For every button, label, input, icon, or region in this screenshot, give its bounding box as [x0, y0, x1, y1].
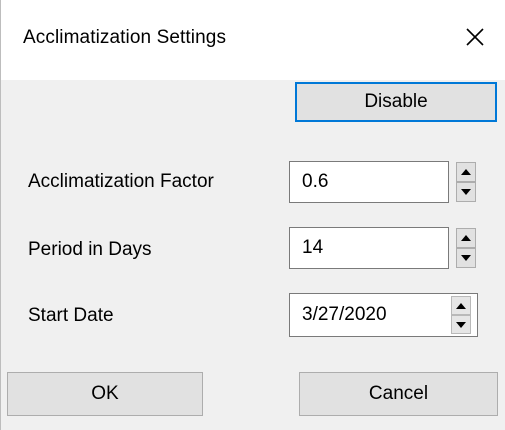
arrow-down-icon	[456, 321, 466, 328]
start-date-picker[interactable]: 3/27/2020	[289, 293, 478, 337]
period-value: 14	[302, 237, 324, 258]
start-date-up-button[interactable]	[451, 296, 471, 315]
dialog-window: Acclimatization Settings Disable Acclima…	[0, 0, 505, 430]
close-icon[interactable]	[462, 24, 488, 50]
period-label: Period in Days	[28, 239, 152, 260]
disable-button-label: Disable	[364, 91, 428, 112]
factor-down-button[interactable]	[456, 182, 476, 202]
start-date-value: 3/27/2020	[302, 304, 387, 325]
cancel-button-label: Cancel	[368, 383, 429, 404]
arrow-down-icon	[461, 189, 471, 195]
start-date-stepper[interactable]	[451, 296, 471, 334]
period-up-button[interactable]	[456, 228, 476, 248]
period-stepper[interactable]	[456, 228, 476, 268]
arrow-up-icon	[461, 169, 471, 175]
start-date-label: Start Date	[28, 305, 114, 326]
factor-input[interactable]: 0.6	[289, 161, 449, 203]
start-date-down-button[interactable]	[451, 315, 471, 334]
arrow-down-icon	[461, 255, 471, 261]
cancel-button[interactable]: Cancel	[299, 372, 498, 416]
window-title: Acclimatization Settings	[23, 27, 227, 48]
ok-button-label: OK	[91, 383, 119, 404]
factor-stepper[interactable]	[456, 162, 476, 202]
arrow-up-icon	[461, 235, 471, 241]
factor-up-button[interactable]	[456, 162, 476, 182]
factor-label: Acclimatization Factor	[28, 171, 214, 192]
period-down-button[interactable]	[456, 248, 476, 268]
ok-button[interactable]: OK	[7, 372, 203, 416]
factor-value: 0.6	[302, 171, 329, 192]
arrow-up-icon	[456, 302, 466, 309]
period-input[interactable]: 14	[289, 227, 449, 269]
disable-button[interactable]: Disable	[295, 82, 497, 122]
title-bar: Acclimatization Settings	[1, 0, 505, 80]
